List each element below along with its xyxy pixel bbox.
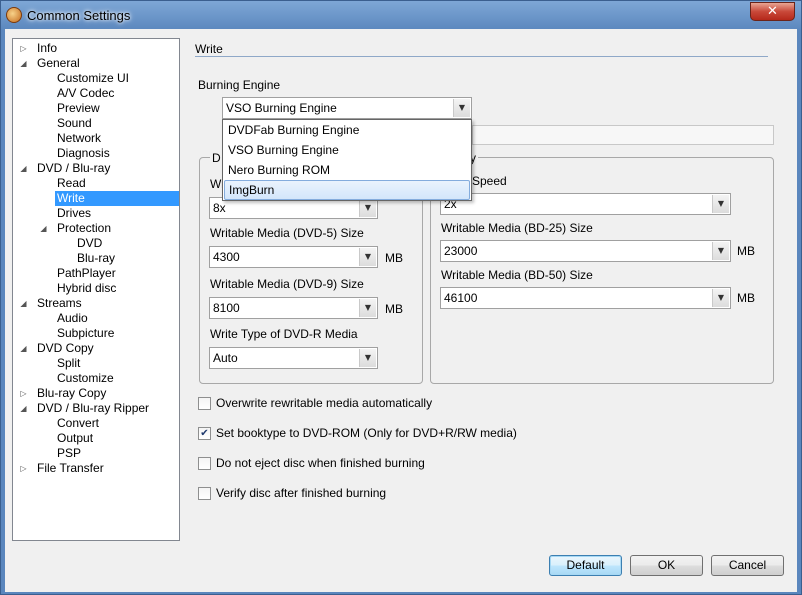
collapsed-arrow-icon[interactable]: ▷ xyxy=(19,464,28,473)
tree-item[interactable]: PSP xyxy=(55,446,83,461)
verify-label: Verify disc after finished burning xyxy=(216,486,387,500)
app-logo-icon xyxy=(6,7,22,23)
settings-tree[interactable]: ▷ Info ◢ General Customize UI A/V Codec Previe… xyxy=(12,38,180,541)
no-eject-label: Do not eject disc when finished burning xyxy=(216,456,425,470)
dialog-body: ▷ Info ◢ General Customize UI A/V Codec Previe… xyxy=(5,29,797,592)
dvd9-unit: MB xyxy=(385,302,403,316)
tree-item[interactable]: Protection xyxy=(55,221,113,236)
tree-item[interactable]: Hybrid disc xyxy=(55,281,118,296)
collapsed-arrow-icon[interactable]: ▷ xyxy=(19,44,28,53)
bd50-size-select[interactable]: 46100 ▼ xyxy=(440,287,731,309)
chevron-down-icon[interactable]: ▼ xyxy=(359,199,376,217)
tree-item[interactable]: Blu-ray Copy xyxy=(35,386,108,401)
engine-option[interactable]: Nero Burning ROM xyxy=(224,160,470,180)
engine-path-field[interactable] xyxy=(472,125,774,145)
tree-item[interactable]: Subpicture xyxy=(55,326,116,341)
chevron-down-icon[interactable]: ▼ xyxy=(359,299,376,317)
burning-engine-dropdown: DVDFab Burning Engine VSO Burning Engine… xyxy=(222,119,472,201)
engine-option-highlighted[interactable]: ImgBurn xyxy=(224,180,470,200)
dvd9-size-value: 8100 xyxy=(213,301,240,315)
chevron-down-icon[interactable]: ▼ xyxy=(359,248,376,266)
window-title: Common Settings xyxy=(27,8,131,23)
expanded-arrow-icon[interactable]: ◢ xyxy=(19,404,28,413)
bd25-size-label: Writable Media (BD-25) Size xyxy=(441,221,593,235)
tree-item[interactable]: Info xyxy=(35,41,59,56)
burning-engine-label: Burning Engine xyxy=(198,78,281,92)
tree-item[interactable]: Streams xyxy=(35,296,84,311)
dvd5-size-select[interactable]: 4300 ▼ xyxy=(209,246,378,268)
tree-item[interactable]: DVD / Blu-ray Ripper xyxy=(35,401,151,416)
overwrite-label: Overwrite rewritable media automatically xyxy=(216,396,433,410)
burning-engine-select[interactable]: VSO Burning Engine ▼ xyxy=(222,97,472,119)
expanded-arrow-icon[interactable]: ◢ xyxy=(39,224,48,233)
bd25-unit: MB xyxy=(737,244,755,258)
overwrite-checkbox[interactable] xyxy=(198,397,211,410)
dvd5-size-label: Writable Media (DVD-5) Size xyxy=(210,226,364,240)
dvd9-size-select[interactable]: 8100 ▼ xyxy=(209,297,378,319)
engine-option[interactable]: VSO Burning Engine xyxy=(224,140,470,160)
ok-button[interactable]: OK xyxy=(630,555,703,576)
close-button[interactable]: ✕ xyxy=(750,2,795,21)
burning-engine-value: VSO Burning Engine xyxy=(226,101,337,115)
chevron-down-icon[interactable]: ▼ xyxy=(712,195,729,213)
engine-option[interactable]: DVDFab Burning Engine xyxy=(224,120,470,140)
tree-item[interactable]: Read xyxy=(55,176,88,191)
tree-item[interactable]: Write xyxy=(55,191,179,206)
bd50-size-label: Writable Media (BD-50) Size xyxy=(441,268,593,282)
tree-item[interactable]: Drives xyxy=(55,206,93,221)
expanded-arrow-icon[interactable]: ◢ xyxy=(19,299,28,308)
tree-item[interactable]: General xyxy=(35,56,82,71)
bd25-size-value: 23000 xyxy=(444,244,478,258)
dvd5-unit: MB xyxy=(385,251,403,265)
chevron-down-icon[interactable]: ▼ xyxy=(359,349,376,367)
tree-item[interactable]: Network xyxy=(55,131,103,146)
tree-item[interactable]: File Transfer xyxy=(35,461,106,476)
tree-item[interactable]: DVD xyxy=(75,236,104,251)
write-type-select[interactable]: Auto ▼ xyxy=(209,347,378,369)
tree-item[interactable]: Convert xyxy=(55,416,101,431)
title-bar[interactable]: Common Settings ✕ xyxy=(1,1,801,29)
dvd5-size-value: 4300 xyxy=(213,250,240,264)
dvd9-size-label: Writable Media (DVD-9) Size xyxy=(210,277,364,291)
chevron-down-icon[interactable]: ▼ xyxy=(712,289,729,307)
bd50-size-value: 46100 xyxy=(444,291,478,305)
dvd-group-title: D xyxy=(210,151,223,165)
tree-item[interactable]: Output xyxy=(55,431,95,446)
chevron-down-icon[interactable]: ▼ xyxy=(453,99,470,117)
dvd-write-speed-value: 8x xyxy=(213,201,226,215)
expanded-arrow-icon[interactable]: ◢ xyxy=(19,344,28,353)
write-type-label: Write Type of DVD-R Media xyxy=(210,327,358,341)
tree-item[interactable]: DVD Copy xyxy=(35,341,96,356)
write-type-value: Auto xyxy=(213,351,238,365)
tree-item[interactable]: Preview xyxy=(55,101,102,116)
section-divider xyxy=(195,56,768,57)
bd-write-speed-label: Speed xyxy=(472,174,507,188)
checkmark-icon: ✔ xyxy=(200,428,209,439)
cancel-button[interactable]: Cancel xyxy=(711,555,784,576)
booktype-checkbox[interactable]: ✔ xyxy=(198,427,211,440)
expanded-arrow-icon[interactable]: ◢ xyxy=(19,59,28,68)
tree-item[interactable]: Blu-ray xyxy=(75,251,117,266)
tree-item[interactable]: A/V Codec xyxy=(55,86,116,101)
default-button[interactable]: Default xyxy=(549,555,622,576)
bd25-size-select[interactable]: 23000 ▼ xyxy=(440,240,731,262)
tree-item[interactable]: Split xyxy=(55,356,82,371)
bd-write-speed-select[interactable]: 2x ▼ xyxy=(440,193,731,215)
tree-item[interactable]: Customize xyxy=(55,371,116,386)
collapsed-arrow-icon[interactable]: ▷ xyxy=(19,389,28,398)
tree-item[interactable]: DVD / Blu-ray xyxy=(35,161,112,176)
tree-item[interactable]: Sound xyxy=(55,116,94,131)
bd50-unit: MB xyxy=(737,291,755,305)
tree-item[interactable]: Diagnosis xyxy=(55,146,112,161)
tree-item[interactable]: Customize UI xyxy=(55,71,131,86)
booktype-label: Set booktype to DVD-ROM (Only for DVD+R/… xyxy=(216,426,517,440)
section-title: Write xyxy=(195,42,223,56)
no-eject-checkbox[interactable] xyxy=(198,457,211,470)
verify-checkbox[interactable] xyxy=(198,487,211,500)
tree-item[interactable]: Audio xyxy=(55,311,90,326)
expanded-arrow-icon[interactable]: ◢ xyxy=(19,164,28,173)
chevron-down-icon[interactable]: ▼ xyxy=(712,242,729,260)
settings-window: Common Settings ✕ ▷ Info ◢ General Customize… xyxy=(0,0,802,595)
tree-item[interactable]: PathPlayer xyxy=(55,266,118,281)
